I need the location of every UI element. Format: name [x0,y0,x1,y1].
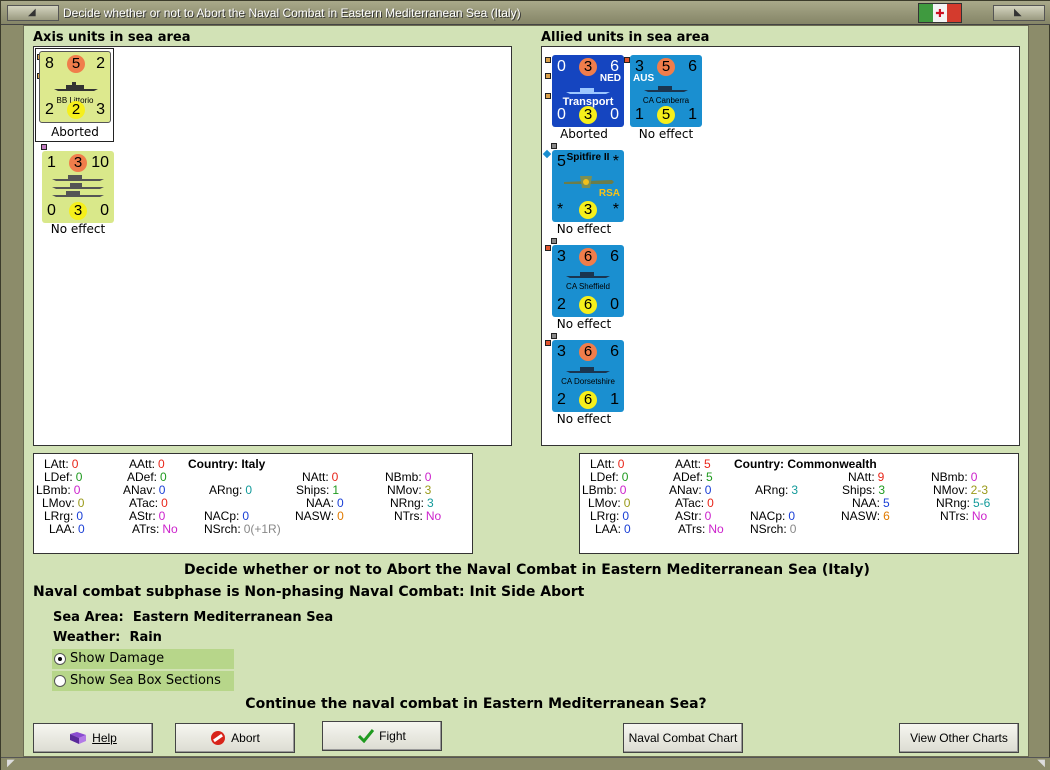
unit-status: Aborted [51,125,99,139]
stat-ntrs: NTrs: No [940,509,988,523]
unit-marker [551,333,557,339]
radio-empty-icon [54,675,66,687]
window-title: Decide whether or not to Abort the Naval… [63,6,521,20]
resize-right-icon[interactable]: ◥ [1037,758,1045,769]
window-close-button[interactable]: ◣ [993,5,1045,21]
stat-nsrch: NSrch: 0 [750,522,797,536]
checkmark-icon [358,729,375,743]
convoy-icon [52,175,104,197]
naval-combat-chart-button[interactable]: Naval Combat Chart [623,723,743,753]
axis-section-label: Axis units in sea area [33,30,191,45]
subphase-text: Naval combat subphase is Non-phasing Nav… [33,584,585,600]
unit-counter-ca-sheffield[interactable]: 3 6 6 CA Sheffield 2 6 0 [552,245,624,317]
unit-marker [551,238,557,244]
unit-status: No effect [556,222,612,236]
view-other-charts-button[interactable]: View Other Charts [899,723,1019,753]
battleship-icon [54,82,98,91]
allied-units-panel: 0 3 6 NED Transport 0 3 0 Aborted 3 5 6 … [541,46,1020,446]
unit-marker [545,340,551,346]
stat-ntrs: NTrs: No [394,509,442,523]
unit-counter-convoy[interactable]: 1 3 10 0 3 0 [42,151,114,223]
unit-counter-ca-dorsetshire[interactable]: 3 6 6 CA Dorsetshire 2 6 1 [552,340,624,412]
stat-arng: ARng: 3 [755,483,799,497]
no-entry-icon [211,731,226,745]
dialog-content: Axis units in sea area 8 5 2 BB Littorio… [23,25,1029,757]
unit-marker [545,73,551,79]
continue-question: Continue the naval combat in Eastern Med… [245,696,707,712]
stat-nsrch: NSrch: 0(+1R) [204,522,281,536]
unit-marker [41,144,47,150]
stat-laa: LAA: 0 [595,522,631,536]
unit-status: No effect [638,127,694,141]
stat-atrs: ATrs: No [678,522,724,536]
unit-marker [545,245,551,251]
help-button[interactable]: Help [33,723,153,753]
stat-nasw: NASW: 6 [841,509,890,523]
close-icon: ◣ [1014,7,1022,18]
italy-swiss-flag-icon: ✚ [918,3,962,23]
abort-button[interactable]: Abort [175,723,295,753]
unit-marker [545,57,551,63]
unit-status: No effect [50,222,106,236]
cruiser-icon [644,86,688,92]
stat-arng: ARng: 0 [209,483,253,497]
stat-atrs: ATrs: No [132,522,178,536]
show-damage-radio[interactable]: Show Damage [52,649,234,669]
axis-units-panel: 8 5 2 BB Littorio 2 2 3 Aborted 1 3 10 0… [33,46,512,446]
stat-nasw: NASW: 0 [295,509,344,523]
unit-counter-transport[interactable]: 0 3 6 NED Transport 0 3 0 [552,55,624,127]
unit-counter-bb-littorio[interactable]: 8 5 2 BB Littorio 2 2 3 [39,51,111,123]
radio-selected-icon [54,653,66,665]
unit-counter-spitfire-ii[interactable]: 5 * Spitfire II RSA * 3 * [552,150,624,222]
aircraft-indicator-icon [542,149,552,159]
window-menu-button[interactable]: ◢ [7,5,59,21]
title-bar: ◢ Decide whether or not to Abort the Nav… [1,1,1050,25]
axis-stats-box: LAtt: 0 LDef: 0 LBmb: 0 LMov: 0 LRrg: 0 LAA: 0… [33,453,473,554]
status-strip: ◤ ◥ [1,757,1050,770]
allied-stats-box: LAtt: 0 LDef: 0 LBmb: 0 LMov: 0 LRrg: 0 LAA: 0… [579,453,1019,554]
show-sea-box-radio[interactable]: Show Sea Box Sections [52,671,234,691]
game-window: ◢ Decide whether or not to Abort the Nav… [0,0,1050,770]
unit-counter-ca-canberra[interactable]: 3 5 6 AUS CA Canberra 1 5 1 [630,55,702,127]
unit-status: Aborted [560,127,608,141]
cruiser-icon [566,367,610,373]
allied-section-label: Allied units in sea area [541,30,710,45]
resize-left-icon[interactable]: ◤ [7,758,15,769]
unit-status: No effect [556,412,612,426]
window-menu-icon: ◢ [28,7,36,18]
unit-status: No effect [556,317,612,331]
cruiser-icon [566,272,610,278]
transport-icon [566,88,610,94]
country-field: Country: Italy [188,457,266,471]
fight-button[interactable]: Fight [322,721,442,751]
unit-marker [545,93,551,99]
unit-marker [551,143,557,149]
weather-field: Weather: Rain [53,630,162,645]
sea-area-field: Sea Area: Eastern Mediterranean Sea [53,610,334,625]
book-icon [70,732,87,744]
decision-headline: Decide whether or not to Abort the Naval… [184,562,870,578]
stat-laa: LAA: 0 [49,522,85,536]
